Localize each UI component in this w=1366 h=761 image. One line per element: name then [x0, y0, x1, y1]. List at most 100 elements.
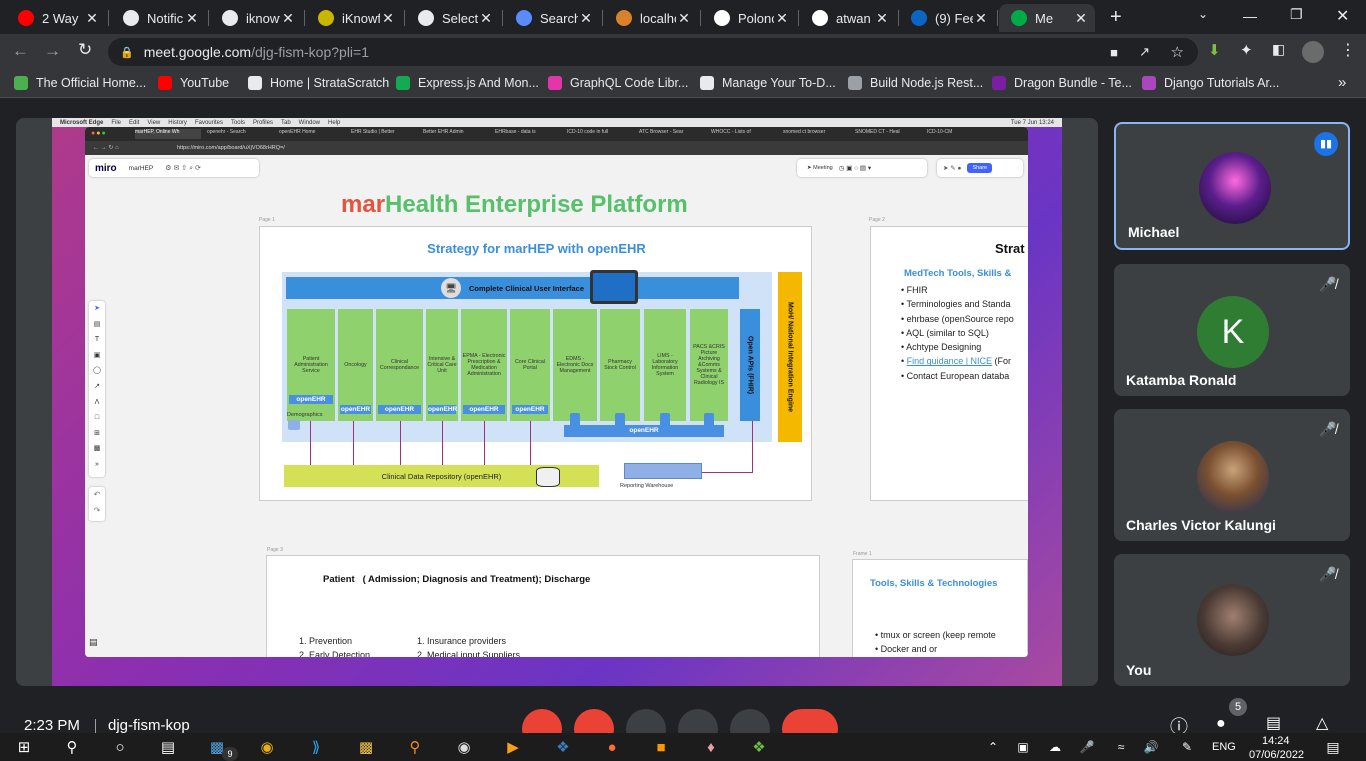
new-tab-button[interactable]: +: [1110, 6, 1122, 29]
browser-tab[interactable]: Search ✕: [504, 4, 600, 32]
bookmark-item[interactable]: Express.js And Mon...: [396, 76, 539, 90]
bookmarks-overflow[interactable]: »: [1338, 74, 1346, 91]
media-app-icon[interactable]: ▶: [502, 737, 524, 757]
frame-tool-icon[interactable]: ⊞: [89, 426, 105, 442]
python-icon[interactable]: ❖: [552, 737, 574, 757]
participant-tile-katamba[interactable]: K 🎤̸ Katamba Ronald: [1114, 264, 1350, 396]
cortana-icon[interactable]: ○: [109, 737, 131, 757]
edge-tab[interactable]: ICD-10-CM: [927, 129, 993, 139]
close-tab-icon[interactable]: ✕: [774, 10, 790, 27]
edge-tab[interactable]: ATC Browser - Sear: [639, 129, 705, 139]
close-tab-icon[interactable]: ✕: [280, 10, 296, 27]
browser-tab[interactable]: Notific ✕: [111, 4, 206, 32]
text-tool-icon[interactable]: T: [89, 332, 105, 348]
edge-tab[interactable]: snomed ct browser: [783, 129, 849, 139]
miro-share-button[interactable]: Share: [967, 163, 993, 173]
template-tool-icon[interactable]: ▤: [89, 317, 105, 333]
extensions-icon[interactable]: ✦: [1240, 41, 1253, 59]
share-icon[interactable]: ↗: [1139, 44, 1150, 60]
language-indicator[interactable]: ENG: [1212, 741, 1236, 753]
search-icon[interactable]: ⚲: [61, 737, 83, 757]
edge-tab[interactable]: SNOMED CT - Heal: [855, 129, 921, 139]
clock-time[interactable]: 14:24: [1262, 735, 1290, 747]
mic-tray-icon[interactable]: 🎤: [1076, 737, 1098, 757]
postman-icon[interactable]: ●: [601, 737, 623, 757]
tray-chevron-icon[interactable]: ⌃: [982, 737, 1004, 757]
browser-tab[interactable]: Select ✕: [406, 4, 500, 32]
select-tool-icon[interactable]: ➤: [89, 301, 105, 317]
windows-start-icon[interactable]: ⊞: [13, 737, 35, 757]
sublime-icon[interactable]: ■: [650, 737, 672, 757]
close-window-icon[interactable]: ✕: [1336, 6, 1349, 26]
mac-menu-item[interactable]: Window: [299, 120, 320, 126]
notification-icon[interactable]: ▤: [1322, 737, 1344, 757]
browser-tab[interactable]: Polonc ✕: [702, 4, 796, 32]
sticky-tool-icon[interactable]: ▣: [89, 348, 105, 364]
chat-icon[interactable]: ▤: [1266, 713, 1281, 733]
bookmark-item[interactable]: Manage Your To-D...: [700, 76, 836, 90]
bookmark-item[interactable]: YouTube: [158, 76, 229, 90]
restore-icon[interactable]: ❐: [1290, 6, 1303, 23]
people-icon[interactable]: ●: [1216, 715, 1226, 733]
bookmark-item[interactable]: The Official Home...: [14, 76, 146, 90]
onedrive-icon[interactable]: ☁: [1044, 737, 1066, 757]
undo-icon[interactable]: ↶: [89, 487, 105, 503]
frames-panel-icon[interactable]: ▤: [89, 637, 98, 648]
mac-menu-item[interactable]: Edit: [129, 120, 139, 126]
browser-tab[interactable]: atwan ✕: [800, 4, 896, 32]
edge-tab[interactable]: openehr - Search: [207, 129, 273, 139]
file-explorer-icon[interactable]: ▩: [355, 737, 377, 757]
mac-menu-item[interactable]: File: [111, 120, 121, 126]
mac-menu-item[interactable]: Profiles: [253, 120, 273, 126]
download-icon[interactable]: ⬇: [1208, 41, 1221, 59]
shape-tool-icon[interactable]: ◯: [89, 363, 105, 379]
task-view-icon[interactable]: ▤: [157, 737, 179, 757]
mac-menu-item[interactable]: Favourites: [195, 120, 223, 126]
browser-tab[interactable]: localho✕: [604, 4, 698, 32]
meeting-button[interactable]: ➤ Meeting: [807, 165, 833, 171]
redo-icon[interactable]: ↷: [89, 503, 105, 519]
wifi-icon[interactable]: ≈: [1110, 737, 1132, 757]
edge-tab[interactable]: openEHR Home: [279, 129, 345, 139]
nice-guidance-link[interactable]: Find guidance | NICE: [907, 356, 992, 366]
bookmark-star-icon[interactable]: ☆: [1171, 43, 1184, 61]
mac-menu-item[interactable]: Microsoft Edge: [60, 120, 103, 126]
clock-date[interactable]: 07/06/2022: [1249, 749, 1304, 761]
edge-tab[interactable]: ICD-10 code in full: [567, 129, 633, 139]
pen-tray-icon[interactable]: ✎: [1176, 737, 1198, 757]
network-app-icon[interactable]: ♦: [700, 737, 722, 757]
bookmark-item[interactable]: Dragon Bundle - Te...: [992, 76, 1132, 90]
more-tools-icon[interactable]: »: [89, 457, 105, 473]
close-tab-icon[interactable]: ✕: [84, 10, 100, 27]
close-tab-icon[interactable]: ✕: [874, 10, 890, 27]
upload-tool-icon[interactable]: ▩: [89, 441, 105, 457]
mac-menu-item[interactable]: Tab: [281, 120, 291, 126]
edge-tab[interactable]: marHEP, Online Wh: [135, 129, 201, 139]
edge-tab[interactable]: Better EHR Admin: [423, 129, 489, 139]
tray-app-icon[interactable]: ▣: [1012, 737, 1034, 757]
mac-menu-item[interactable]: Tools: [231, 120, 245, 126]
edge-tab[interactable]: EHR Studio | Better: [351, 129, 417, 139]
pen-tool-icon[interactable]: ↗: [89, 379, 105, 395]
close-tab-icon[interactable]: ✕: [973, 10, 989, 27]
git-app-icon[interactable]: ❖: [748, 737, 770, 757]
edge-tab[interactable]: WHOCC - Lists of: [711, 129, 777, 139]
tab-search-icon[interactable]: ⌄: [1198, 7, 1208, 21]
browser-tab[interactable]: iKnowf ✕: [306, 4, 402, 32]
bookmark-item[interactable]: Build Node.js Rest...: [848, 76, 983, 90]
bookmark-item[interactable]: Home | StrataScratch: [248, 76, 389, 90]
menu-icon[interactable]: ⋮: [1340, 40, 1356, 60]
sidebar-icon[interactable]: ◧: [1272, 41, 1285, 58]
browser-tab[interactable]: iknowf ✕: [210, 4, 302, 32]
back-icon[interactable]: ←: [12, 41, 29, 61]
comment-tool-icon[interactable]: □: [89, 410, 105, 426]
mac-menu-item[interactable]: Help: [328, 120, 340, 126]
browser-tab[interactable]: 2 Way ✕: [6, 4, 106, 32]
forward-icon[interactable]: →: [44, 41, 61, 61]
browser-tab[interactable]: Me ✕: [999, 4, 1095, 32]
browser-tab[interactable]: (9) Fee ✕: [899, 4, 995, 32]
draw-tool-icon[interactable]: Λ: [89, 395, 105, 411]
bookmark-item[interactable]: Django Tutorials Ar...: [1142, 76, 1279, 90]
obs-icon[interactable]: ◉: [453, 737, 475, 757]
chrome-icon[interactable]: ◉: [256, 737, 278, 757]
